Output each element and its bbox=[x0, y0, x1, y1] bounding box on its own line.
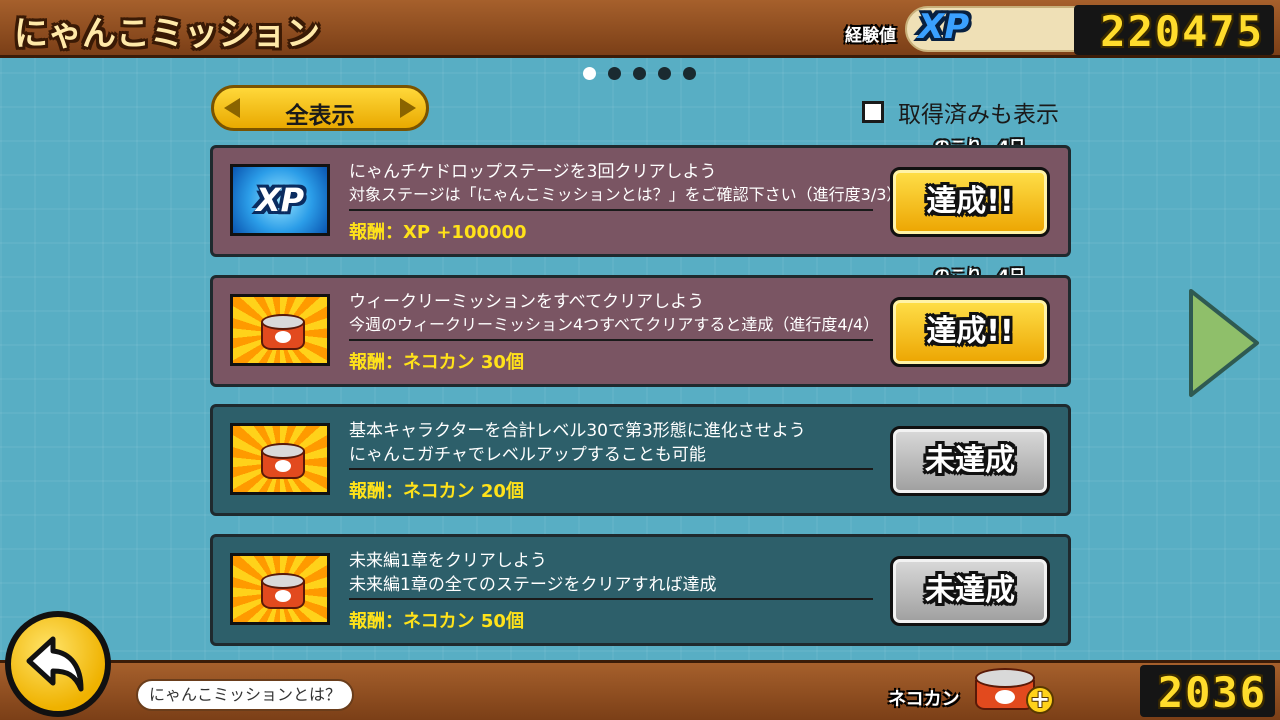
claim-button[interactable]: 達成!! bbox=[890, 167, 1050, 237]
cat-food-caption: ネコカン bbox=[888, 689, 960, 710]
top-bar: にゃんこミッション 経験値 XP 220475 bbox=[0, 0, 1280, 58]
plus-icon[interactable]: + bbox=[1026, 686, 1054, 714]
mission-card-2: ウィークリーミッションをすべてクリアしよう 今週のウィークリーミッション4つすべ… bbox=[210, 275, 1071, 387]
mission-detail: 対象ステージは「にゃんこミッションとは？」をご確認下さい（進行度3/3） bbox=[349, 185, 903, 204]
mission-title: 未来編1章をクリアしよう bbox=[349, 551, 547, 571]
cat-food-icon bbox=[230, 553, 330, 625]
mission-screen: にゃんこミッション 経験値 XP 220475 全表示 取得済みも表示 のこり … bbox=[0, 0, 1280, 720]
incomplete-button[interactable]: 未達成 bbox=[890, 556, 1050, 626]
filter-next-arrow-icon[interactable] bbox=[400, 98, 416, 118]
mission-title: ウィークリーミッションをすべてクリアしよう bbox=[349, 292, 705, 312]
xp-counter: 220475 bbox=[1074, 5, 1274, 56]
mission-reward: 報酬：ネコカン 50個 bbox=[349, 611, 524, 632]
incomplete-button[interactable]: 未達成 bbox=[890, 426, 1050, 496]
mission-title: にゃんチケドロップステージを3回クリアしよう bbox=[349, 162, 717, 182]
divider bbox=[349, 598, 873, 600]
mission-detail: にゃんこガチャでレベルアップすることも可能 bbox=[349, 445, 706, 465]
filter-label: 全表示 bbox=[285, 103, 355, 129]
cat-food-icon bbox=[230, 294, 330, 366]
xp-caption: 経験値 bbox=[845, 26, 896, 46]
cat-food-counter: 2036 bbox=[1140, 665, 1275, 717]
claim-button[interactable]: 達成!! bbox=[890, 297, 1050, 367]
page-title: にゃんこミッション bbox=[14, 14, 320, 54]
xp-icon-label: XP bbox=[255, 181, 305, 219]
divider bbox=[349, 468, 873, 470]
page-dot-2 bbox=[608, 67, 621, 80]
mission-card-1: XP にゃんチケドロップステージを3回クリアしよう 対象ステージは「にゃんこミッ… bbox=[210, 145, 1071, 257]
mission-title: 基本キャラクターを合計レベル30で第3形態に進化させよう bbox=[349, 421, 806, 441]
mission-reward: 報酬：XP +100000 bbox=[349, 222, 527, 243]
mission-detail: 未来編1章の全てのステージをクリアすれば達成 bbox=[349, 575, 717, 595]
divider bbox=[349, 339, 873, 341]
mission-detail: 今週のウィークリーミッション4つすべてクリアすると達成（進行度4/4） bbox=[349, 315, 880, 334]
mission-help-button[interactable]: にゃんこミッションとは？ bbox=[136, 679, 354, 711]
show-obtained-toggle[interactable]: 取得済みも表示 bbox=[862, 95, 1059, 129]
xp-label: XP bbox=[918, 7, 970, 47]
show-obtained-checkbox[interactable] bbox=[862, 101, 884, 123]
mission-card-4: 未来編1章をクリアしよう 未来編1章の全てのステージをクリアすれば達成 報酬：ネ… bbox=[210, 534, 1071, 646]
page-dot-5 bbox=[683, 67, 696, 80]
page-dot-4 bbox=[658, 67, 671, 80]
mission-reward: 報酬：ネコカン 20個 bbox=[349, 481, 524, 502]
divider bbox=[349, 209, 873, 211]
xp-icon: XP bbox=[230, 164, 330, 236]
mission-card-3: 基本キャラクターを合計レベル30で第3形態に進化させよう にゃんこガチャでレベル… bbox=[210, 404, 1071, 516]
back-button[interactable] bbox=[5, 611, 111, 717]
page-dot-1 bbox=[583, 67, 596, 80]
show-obtained-label: 取得済みも表示 bbox=[898, 102, 1059, 128]
back-arrow-icon bbox=[26, 636, 84, 692]
xp-value: 220475 bbox=[1100, 7, 1264, 56]
filter-selector[interactable]: 全表示 bbox=[211, 85, 429, 131]
next-page-arrow-icon[interactable] bbox=[1187, 287, 1261, 399]
mission-reward: 報酬：ネコカン 30個 bbox=[349, 352, 524, 373]
page-indicator bbox=[583, 67, 696, 80]
cat-food-value: 2036 bbox=[1157, 668, 1267, 717]
cat-food-icon bbox=[230, 423, 330, 495]
page-dot-3 bbox=[633, 67, 646, 80]
